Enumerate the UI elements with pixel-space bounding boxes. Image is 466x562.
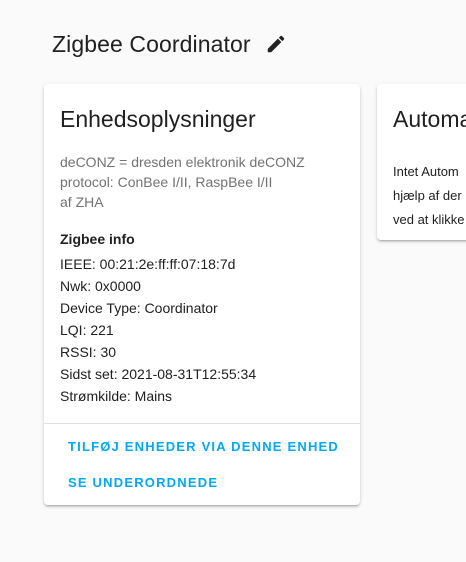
info-row-nwk: Nwk: 0x0000 xyxy=(60,278,141,294)
info-row-power-source: Strømkilde: Mains xyxy=(60,388,173,404)
zigbee-info-list: IEEE: 00:21:2e:ff:ff:07:18:7d Nwk: 0x000… xyxy=(60,253,256,407)
automation-card-title: Automa xyxy=(393,106,466,132)
automation-card: Automa Intet Autom hjælp af der ved at k… xyxy=(377,84,466,240)
device-description: deCONZ = dresden elektronik deCONZ proto… xyxy=(60,152,350,212)
automation-text-line: ved at klikke xyxy=(393,212,465,227)
pencil-icon[interactable] xyxy=(265,33,287,55)
card-title: Enhedsoplysninger xyxy=(60,106,256,132)
automation-card-text: Intet Autom hjælp af der ved at klikke xyxy=(393,160,465,232)
device-info-card: Enhedsoplysninger deCONZ = dresden elekt… xyxy=(44,84,360,505)
add-devices-via-this-device-button[interactable]: TILFØJ ENHEDER VIA DENNE ENHED xyxy=(60,433,347,460)
card-divider xyxy=(44,423,360,424)
page-header: Zigbee Coordinator xyxy=(52,28,287,60)
zigbee-info-heading: Zigbee info xyxy=(60,231,135,247)
page-title: Zigbee Coordinator xyxy=(52,30,251,57)
description-line: deCONZ = dresden elektronik deCONZ xyxy=(60,154,305,170)
description-line: protocol: ConBee I/II, RaspBee I/II xyxy=(60,174,273,190)
page: Zigbee Coordinator Enhedsoplysninger deC… xyxy=(0,0,466,562)
info-row-lqi: LQI: 221 xyxy=(60,322,114,338)
info-row-device-type: Device Type: Coordinator xyxy=(60,300,218,316)
show-children-button[interactable]: SE UNDERORDNEDE xyxy=(60,469,226,496)
automation-text-line: hjælp af der xyxy=(393,188,462,203)
info-row-ieee: IEEE: 00:21:2e:ff:ff:07:18:7d xyxy=(60,256,236,272)
info-row-last-seen: Sidst set: 2021-08-31T12:55:34 xyxy=(60,366,257,382)
description-line: af ZHA xyxy=(60,194,104,210)
automation-text-line: Intet Autom xyxy=(393,164,459,179)
info-row-rssi: RSSI: 30 xyxy=(60,344,117,360)
